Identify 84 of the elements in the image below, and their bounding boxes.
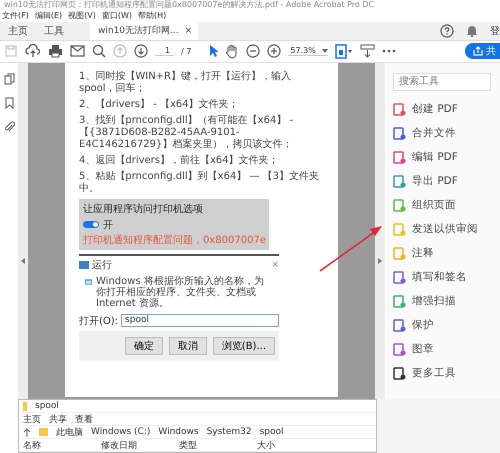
tool-search-field[interactable]: 搜索工具: [393, 72, 491, 91]
bell-icon[interactable]: [466, 24, 478, 38]
paperclip-icon[interactable]: [4, 120, 14, 133]
dialog-title: 运行: [92, 258, 112, 272]
next-page-icon[interactable]: [134, 44, 148, 58]
close-icon[interactable]: ×: [271, 260, 279, 270]
column-header[interactable]: 大小: [257, 438, 327, 452]
caret-icon: [322, 48, 328, 53]
page-number-field[interactable]: 1: [155, 46, 174, 56]
more-icon[interactable]: [382, 49, 396, 54]
page-count: / 7: [181, 46, 192, 56]
help-icon[interactable]: [440, 24, 454, 38]
breadcrumb[interactable]: System32: [206, 427, 252, 437]
folder-icon: [23, 402, 27, 410]
zoom-dropdown[interactable]: 57.3%: [288, 46, 328, 56]
menu-item[interactable]: 文件(F): [2, 10, 29, 21]
error-text: 打印机通知程序配置问题，0x8007007e: [83, 234, 265, 247]
expand-right-icon[interactable]: [378, 258, 382, 264]
print-icon[interactable]: [48, 44, 63, 58]
breadcrumb[interactable]: 此电脑: [56, 426, 83, 438]
menu-item[interactable]: 帮助(H): [138, 10, 166, 21]
ribbon-tab[interactable]: 共享: [49, 412, 67, 426]
tab[interactable]: win10无法打印网... ×: [90, 22, 198, 40]
tab[interactable]: 主页: [0, 22, 36, 40]
window-title: win10无法打印网页：打印机通知程序配置问题0x8007007e的解决方法.pdf - Adobe Acrobat Pro DC: [4, 0, 374, 10]
column-header[interactable]: 类型: [179, 438, 249, 452]
ribbon-tab[interactable]: 主页: [23, 412, 41, 426]
close-tab-icon[interactable]: ×: [184, 26, 192, 36]
tool-item[interactable]: 注释: [393, 244, 500, 263]
toggle-switch[interactable]: [83, 221, 99, 228]
tool-item[interactable]: 填写和签名: [393, 268, 500, 287]
breadcrumb[interactable]: Windows (C:): [91, 427, 150, 437]
breadcrumb[interactable]: spool: [260, 427, 284, 437]
menu-item[interactable]: 视图(V): [68, 10, 96, 21]
zoom-in-icon[interactable]: [267, 44, 282, 58]
dialog-button[interactable]: 确定: [124, 336, 163, 355]
dialog-button[interactable]: 浏览(B)...: [212, 336, 275, 355]
step-text: 5、粘贴【prnconfig.dll】到【x64】 — 【3】文件夹中。: [79, 170, 320, 195]
address-bar[interactable]: 此电脑 Windows (C:) Windows System32 spool: [39, 426, 376, 438]
step-text: 2、【drivers】 - 【x64】文件夹；: [79, 98, 240, 111]
tool-item[interactable]: 组织页面: [393, 196, 500, 215]
sign-in-link[interactable]: 登: [484, 24, 500, 38]
folder-icon: [39, 428, 48, 436]
collapse-left-icon[interactable]: [21, 258, 25, 264]
tool-item[interactable]: 编辑 PDF: [393, 148, 500, 167]
tab[interactable]: 工具: [36, 22, 72, 40]
tool-item[interactable]: 发送以供审阅: [393, 220, 500, 239]
step-text: 4、返回【drivers】，前往【x64】文件夹；: [79, 154, 280, 167]
bookmark-icon[interactable]: [4, 96, 14, 109]
tool-item[interactable]: 保护: [393, 316, 500, 335]
tool-item[interactable]: 创建 PDF: [393, 100, 500, 119]
tool-item[interactable]: 导出 PDF: [393, 172, 500, 191]
tool-item[interactable]: 图章: [393, 340, 500, 359]
tool-item[interactable]: 合并文件: [393, 124, 500, 143]
mail-icon[interactable]: [70, 45, 85, 58]
fit-page-icon[interactable]: [335, 44, 354, 59]
breadcrumb[interactable]: Windows: [158, 427, 199, 437]
menu-item[interactable]: 编辑(E): [34, 10, 62, 21]
up-arrow-icon[interactable]: [23, 428, 31, 436]
zoom-out-icon[interactable]: [246, 44, 260, 58]
dialog-message: Windows 将根据你所输入的名称，为你打开相应的程序、文件夹、文档或 Internet 资源。: [96, 276, 265, 309]
tool-item[interactable]: 增强扫描: [393, 292, 500, 311]
tool-item[interactable]: 更多工具: [393, 364, 500, 383]
share-icon: [473, 46, 483, 56]
run-icon: [79, 260, 89, 269]
column-header[interactable]: 名称: [23, 438, 93, 452]
toggle-label: 开: [103, 218, 113, 232]
hand-icon[interactable]: [225, 44, 240, 59]
ribbon-tab[interactable]: 查看: [75, 412, 93, 426]
dialog-button[interactable]: 取消: [168, 336, 207, 355]
cursor-icon[interactable]: [208, 44, 218, 58]
menu-item[interactable]: 窗口(W): [102, 10, 132, 21]
share-button[interactable]: 共: [465, 43, 500, 60]
column-header[interactable]: 修改日期: [101, 438, 171, 452]
explorer-title: spool: [35, 401, 59, 411]
setting-title: 让应用程序访问打印机选项: [83, 202, 204, 216]
pages-icon[interactable]: [4, 72, 14, 85]
measure-icon[interactable]: [360, 44, 376, 59]
search-icon[interactable]: [92, 44, 106, 58]
open-input-field[interactable]: spool: [121, 314, 279, 328]
cloud-upload-icon[interactable]: [25, 44, 41, 58]
step-text: 1、同时按【WIN+R】键，打开【运行】，输入 spool，回车；: [79, 70, 292, 95]
step-text: 3、找到【prnconfig.dll】（有可能在【x64】 - 【{3871D608-B282-45AA-9101-E4C146216729}】档案夹里），拷贝该文件；: [79, 114, 294, 151]
open-label: 打开(O):: [79, 314, 118, 328]
